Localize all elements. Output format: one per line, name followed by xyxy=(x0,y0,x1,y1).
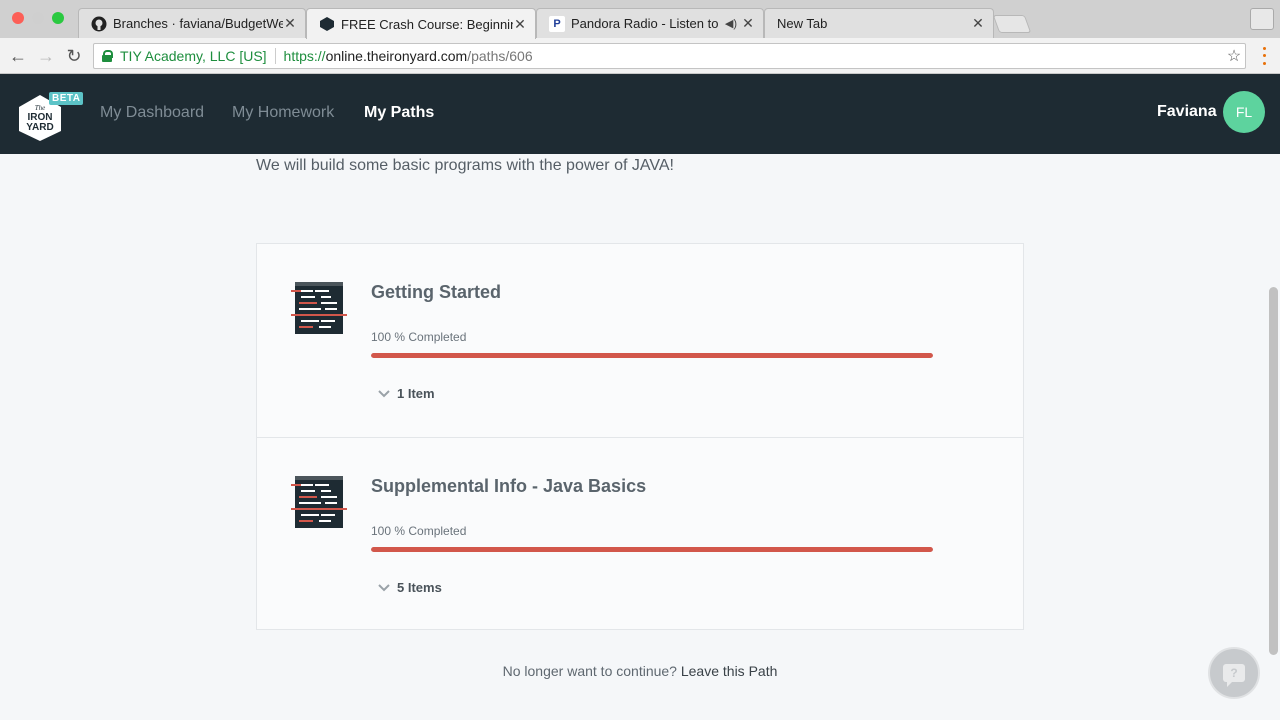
chat-icon: ? xyxy=(1223,664,1245,687)
browser-tab-pandora[interactable]: P Pandora Radio - Listen to Fr ◀) ✕ xyxy=(536,8,764,38)
url-host: online.theironyard.com xyxy=(325,48,468,64)
avatar[interactable]: FL xyxy=(1223,91,1265,133)
close-tab-icon[interactable]: ✕ xyxy=(513,16,527,33)
reload-icon[interactable]: ↻ xyxy=(62,44,86,68)
user-name[interactable]: Faviana xyxy=(1157,103,1217,121)
chevron-down-icon xyxy=(378,389,390,397)
tab-title: Pandora Radio - Listen to Fr xyxy=(571,16,721,31)
browser-menu-icon[interactable] xyxy=(1256,45,1272,67)
items-count: 5 Items xyxy=(397,580,442,595)
leave-path-link[interactable]: Leave this Path xyxy=(681,663,778,679)
browser-tab-branches[interactable]: Branches · faviana/BudgetWeb ✕ xyxy=(78,8,306,38)
minimize-window-button[interactable] xyxy=(32,12,44,24)
module-title[interactable]: Supplemental Info - Java Basics xyxy=(371,476,646,497)
nav-my-homework[interactable]: My Homework xyxy=(232,104,334,122)
svg-text:The: The xyxy=(35,104,46,112)
progress-fill xyxy=(371,547,933,552)
leave-path-prompt: No longer want to continue? Leave this P… xyxy=(0,663,1280,679)
svg-text:YARD: YARD xyxy=(26,122,53,133)
code-module-icon xyxy=(291,282,347,336)
completion-label: 100 % Completed xyxy=(371,330,467,344)
profile-icon[interactable] xyxy=(1250,8,1274,30)
path-description: We will build some basic programs with t… xyxy=(256,157,674,174)
browser-toolbar: ← → ↻ TIY Academy, LLC [US] https://onli… xyxy=(0,38,1280,74)
browser-tab-crash-course[interactable]: FREE Crash Course: Beginning ✕ xyxy=(306,8,536,39)
tab-title: Branches · faviana/BudgetWeb xyxy=(113,16,283,31)
tab-title: FREE Crash Course: Beginning xyxy=(341,16,513,32)
lock-icon xyxy=(102,50,113,62)
maximize-window-button[interactable] xyxy=(52,12,64,24)
url-path: /paths/606 xyxy=(467,48,533,64)
progress-bar xyxy=(371,353,933,358)
tab-title: New Tab xyxy=(777,16,828,31)
close-tab-icon[interactable]: ✕ xyxy=(741,15,755,32)
items-count: 1 Item xyxy=(397,386,435,401)
items-toggle[interactable]: 5 Items xyxy=(377,580,442,595)
items-toggle[interactable]: 1 Item xyxy=(377,386,435,401)
module-getting-started: Getting Started 100 % Completed 1 Item xyxy=(257,244,1023,437)
nav-my-dashboard[interactable]: My Dashboard xyxy=(100,104,204,122)
code-module-icon xyxy=(291,476,347,530)
leave-prompt-text: No longer want to continue? xyxy=(502,663,677,679)
page-scrollbar[interactable] xyxy=(1269,287,1278,655)
pandora-icon: P xyxy=(549,15,565,32)
speaker-icon[interactable]: ◀) xyxy=(725,17,737,30)
ironyard-icon xyxy=(319,16,335,32)
forward-icon[interactable]: → xyxy=(34,44,58,68)
progress-bar xyxy=(371,547,933,552)
browser-tabstrip: Branches · faviana/BudgetWeb ✕ FREE Cras… xyxy=(0,0,1280,39)
progress-fill xyxy=(371,353,933,358)
divider xyxy=(274,48,276,64)
beta-badge: BETA xyxy=(49,92,84,105)
address-bar[interactable]: TIY Academy, LLC [US] https://online.the… xyxy=(93,43,1246,69)
site-header: The IRON YARD BETA My Dashboard My Homew… xyxy=(0,74,1280,154)
chevron-down-icon xyxy=(378,583,390,591)
modules-card: Getting Started 100 % Completed 1 Item S… xyxy=(256,243,1024,630)
browser-tab-new-tab[interactable]: New Tab ✕ xyxy=(764,8,994,38)
url-scheme: https:// xyxy=(283,48,326,64)
ev-certificate-label[interactable]: TIY Academy, LLC [US] xyxy=(120,48,267,64)
completion-label: 100 % Completed xyxy=(371,524,467,538)
help-chat-button[interactable]: ? xyxy=(1208,647,1260,699)
module-title[interactable]: Getting Started xyxy=(371,282,501,303)
github-icon xyxy=(91,16,107,32)
nav-my-paths[interactable]: My Paths xyxy=(364,104,434,122)
close-tab-icon[interactable]: ✕ xyxy=(971,15,985,32)
new-tab-button[interactable] xyxy=(992,15,1032,33)
module-supplemental-info: Supplemental Info - Java Basics 100 % Co… xyxy=(257,437,1023,630)
close-tab-icon[interactable]: ✕ xyxy=(283,15,297,32)
close-window-button[interactable] xyxy=(12,12,24,24)
bookmark-star-icon[interactable]: ☆ xyxy=(1222,44,1246,68)
back-icon[interactable]: ← xyxy=(6,44,30,68)
